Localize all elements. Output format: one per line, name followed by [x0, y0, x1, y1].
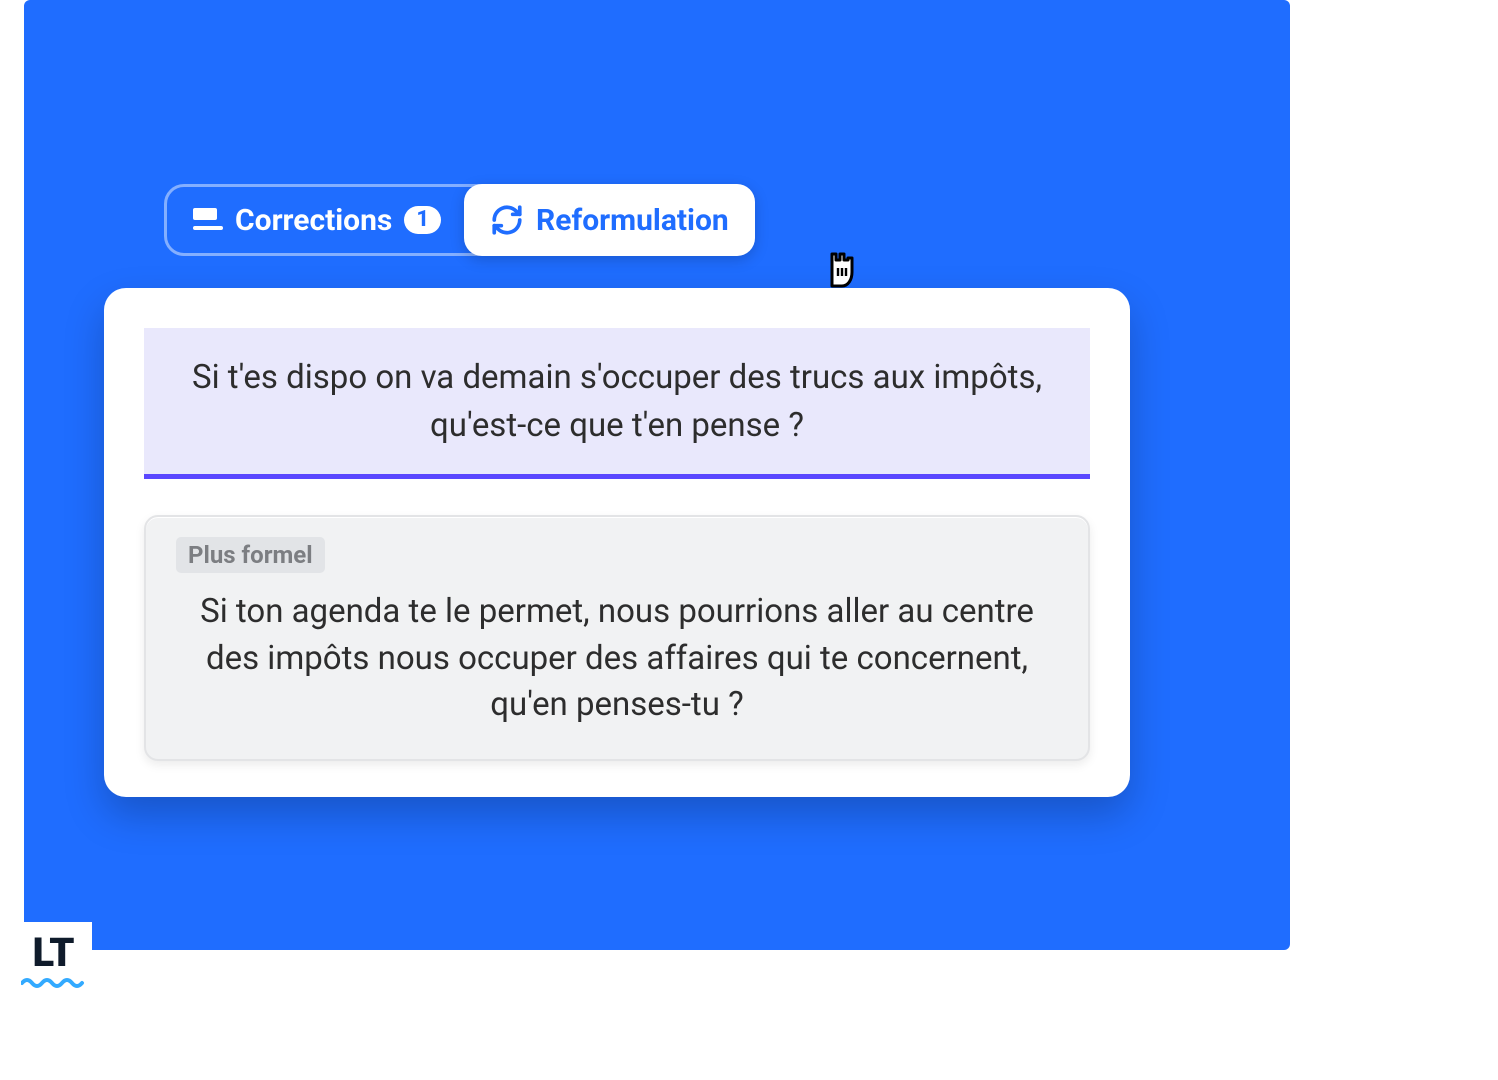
original-text: Si t'es dispo on va demain s'occuper des… [192, 358, 1042, 445]
wave-underline-icon [21, 977, 85, 989]
tab-reformulation-label: Reformulation [536, 203, 729, 238]
refresh-icon [490, 203, 524, 237]
tab-bar: Corrections 1 Reformulation [164, 184, 755, 256]
original-text-box: Si t'es dispo on va demain s'occuper des… [144, 328, 1090, 479]
app-frame: Corrections 1 Reformulation [0, 0, 1290, 1000]
cursor-pointer-icon [814, 240, 870, 296]
main-panel: Corrections 1 Reformulation [24, 0, 1290, 950]
suggestion-box[interactable]: Plus formel Si ton agenda te le permet, … [144, 515, 1090, 762]
suggestion-label: Plus formel [176, 537, 325, 573]
corrections-count-badge: 1 [404, 206, 441, 234]
tab-reformulation[interactable]: Reformulation [464, 184, 755, 256]
suggestion-text: Si ton agenda te le permet, nous pourrio… [176, 589, 1058, 730]
lt-logo-text: LT [33, 933, 74, 973]
lt-logo: LT [14, 922, 92, 1000]
tab-corrections[interactable]: Corrections 1 [167, 187, 467, 253]
tab-corrections-label: Corrections [235, 203, 392, 238]
content-card: Si t'es dispo on va demain s'occuper des… [104, 288, 1130, 797]
corrections-icon [193, 208, 223, 232]
